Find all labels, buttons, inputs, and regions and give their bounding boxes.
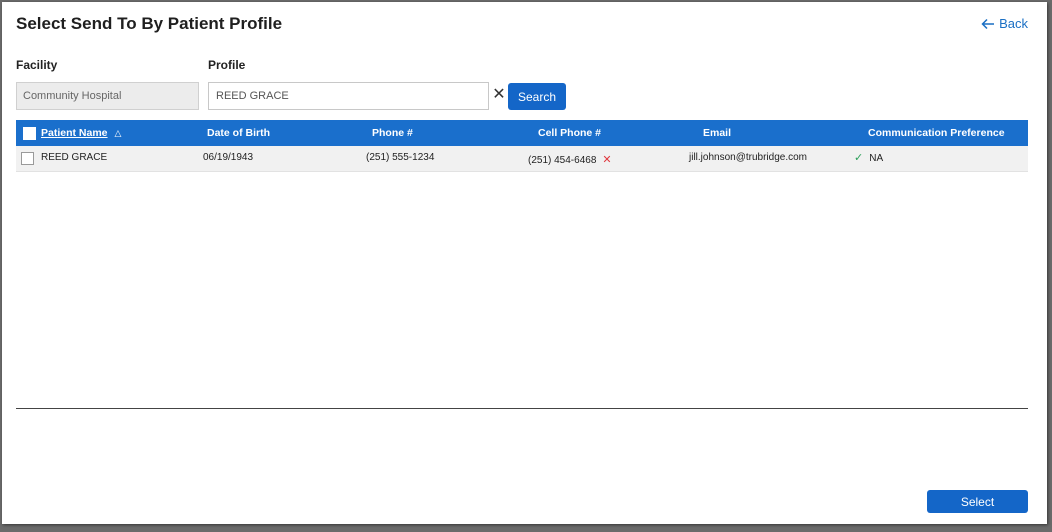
phone-cell: (251) 555-1234 — [366, 152, 435, 163]
patient-table: Patient Name △ Date of Birth Phone # Cel… — [16, 120, 1028, 172]
column-header-email: Email — [703, 127, 732, 139]
column-header-phone: Phone # — [372, 127, 413, 139]
preference-cell: ✓ NA — [854, 146, 883, 171]
facility-field: Community Hospital — [16, 82, 199, 110]
select-all-checkbox[interactable] — [23, 127, 36, 140]
column-header-cell-phone: Cell Phone # — [538, 127, 602, 139]
facility-label: Facility — [16, 58, 58, 72]
back-link[interactable]: Back — [981, 16, 1028, 31]
select-button[interactable]: Select — [927, 490, 1028, 513]
dob-cell: 06/19/1943 — [203, 152, 254, 163]
column-header-patient-name[interactable]: Patient Name △ — [41, 120, 121, 146]
invalid-x-icon: ✕ — [602, 154, 612, 166]
checkmark-icon: ✓ — [854, 152, 864, 164]
profile-label: Profile — [208, 58, 246, 72]
cell-phone-cell: (251) 454-6468 ✕ — [528, 148, 612, 173]
column-header-communication-preference: Communication Preference — [868, 127, 1005, 139]
profile-input[interactable] — [208, 82, 489, 110]
sort-patient-name-link[interactable]: Patient Name — [41, 127, 108, 139]
email-cell: jill.johnson@trubridge.com — [689, 152, 807, 163]
table-row[interactable]: REED GRACE 06/19/1943 (251) 555-1234 (25… — [16, 146, 1028, 172]
preference-value: NA — [869, 153, 884, 164]
column-header-dob: Date of Birth — [207, 127, 270, 139]
clear-icon[interactable]: ✕ — [491, 86, 507, 104]
sort-ascending-icon: △ — [114, 128, 122, 138]
row-checkbox[interactable] — [21, 152, 34, 165]
divider — [16, 408, 1028, 409]
search-button[interactable]: Search — [508, 83, 566, 110]
table-header: Patient Name △ Date of Birth Phone # Cel… — [16, 120, 1028, 146]
cell-phone-value: (251) 454-6468 — [528, 155, 597, 166]
dialog-title: Select Send To By Patient Profile — [16, 14, 283, 33]
send-to-dialog: Select Send To By Patient Profile Back F… — [2, 2, 1047, 524]
patient-name-cell: REED GRACE — [41, 152, 108, 163]
arrow-left-icon — [981, 18, 995, 29]
back-label: Back — [999, 16, 1028, 31]
